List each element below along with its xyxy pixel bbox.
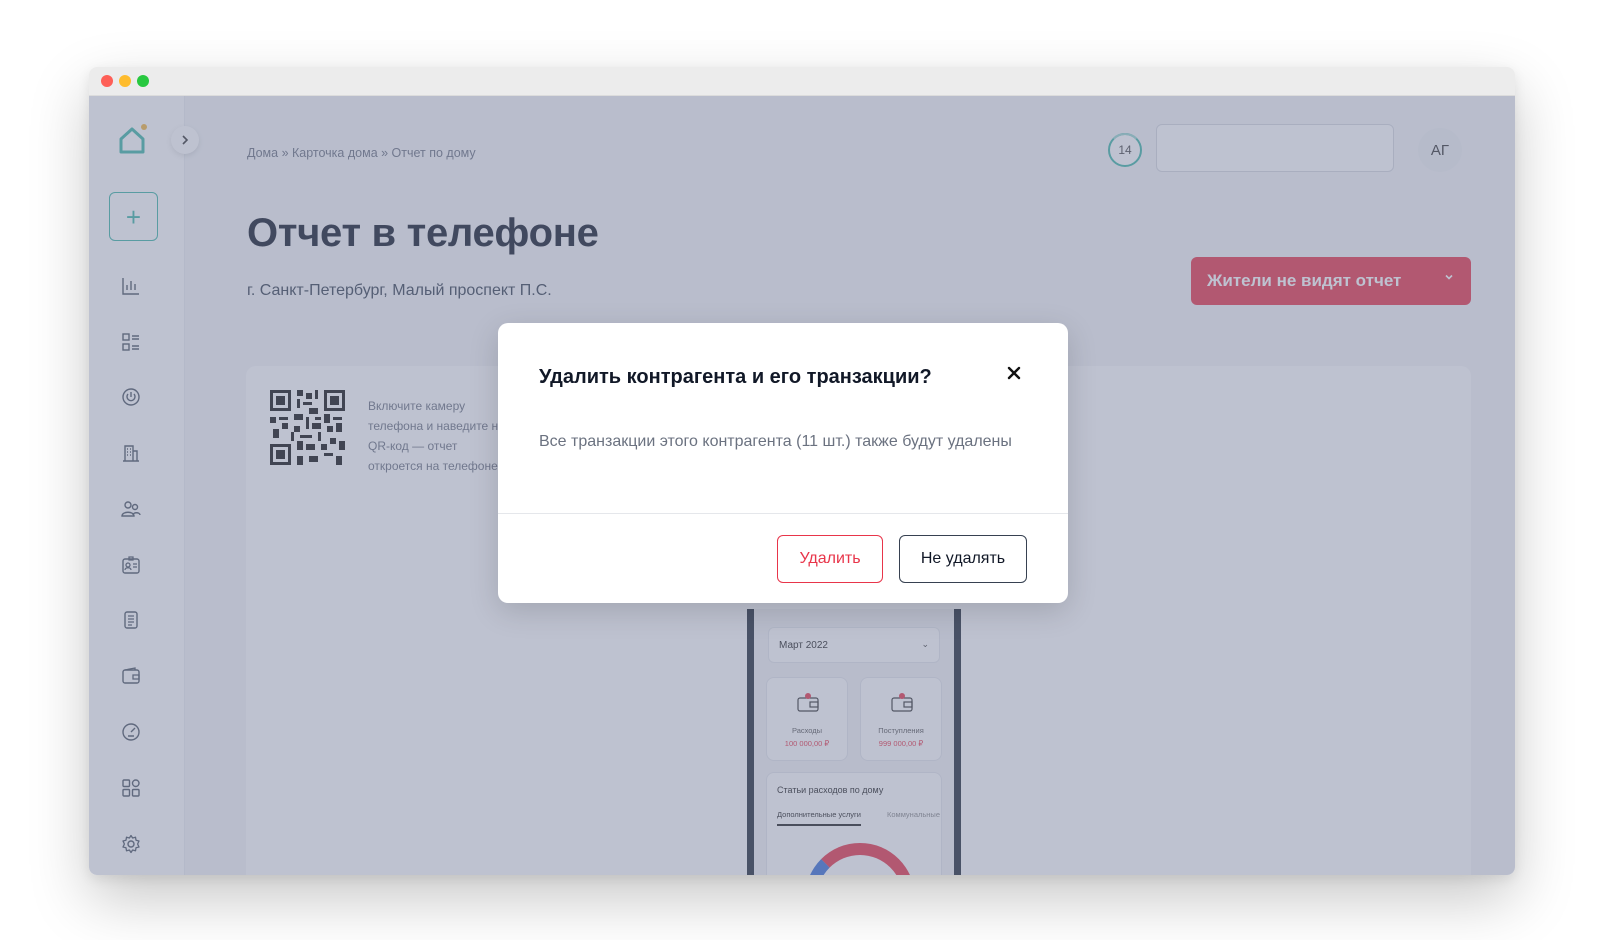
cancel-button[interactable]: Не удалять bbox=[899, 535, 1027, 583]
close-window-button[interactable] bbox=[101, 75, 113, 87]
delete-button[interactable]: Удалить bbox=[777, 535, 883, 583]
dialog-title: Удалить контрагента и его транзакции? bbox=[539, 366, 932, 388]
close-icon bbox=[1007, 366, 1021, 380]
delete-confirm-dialog: Удалить контрагента и его транзакции? Вс… bbox=[498, 323, 1068, 603]
dialog-message: Все транзакции этого контрагента (11 шт.… bbox=[539, 433, 1012, 450]
browser-window: + Дома » Карточка дома » Отчет по дому 1… bbox=[89, 67, 1515, 875]
dialog-close-button[interactable] bbox=[1002, 361, 1026, 385]
dialog-divider bbox=[498, 513, 1068, 514]
minimize-window-button[interactable] bbox=[119, 75, 131, 87]
window-titlebar bbox=[89, 67, 1515, 96]
maximize-window-button[interactable] bbox=[137, 75, 149, 87]
